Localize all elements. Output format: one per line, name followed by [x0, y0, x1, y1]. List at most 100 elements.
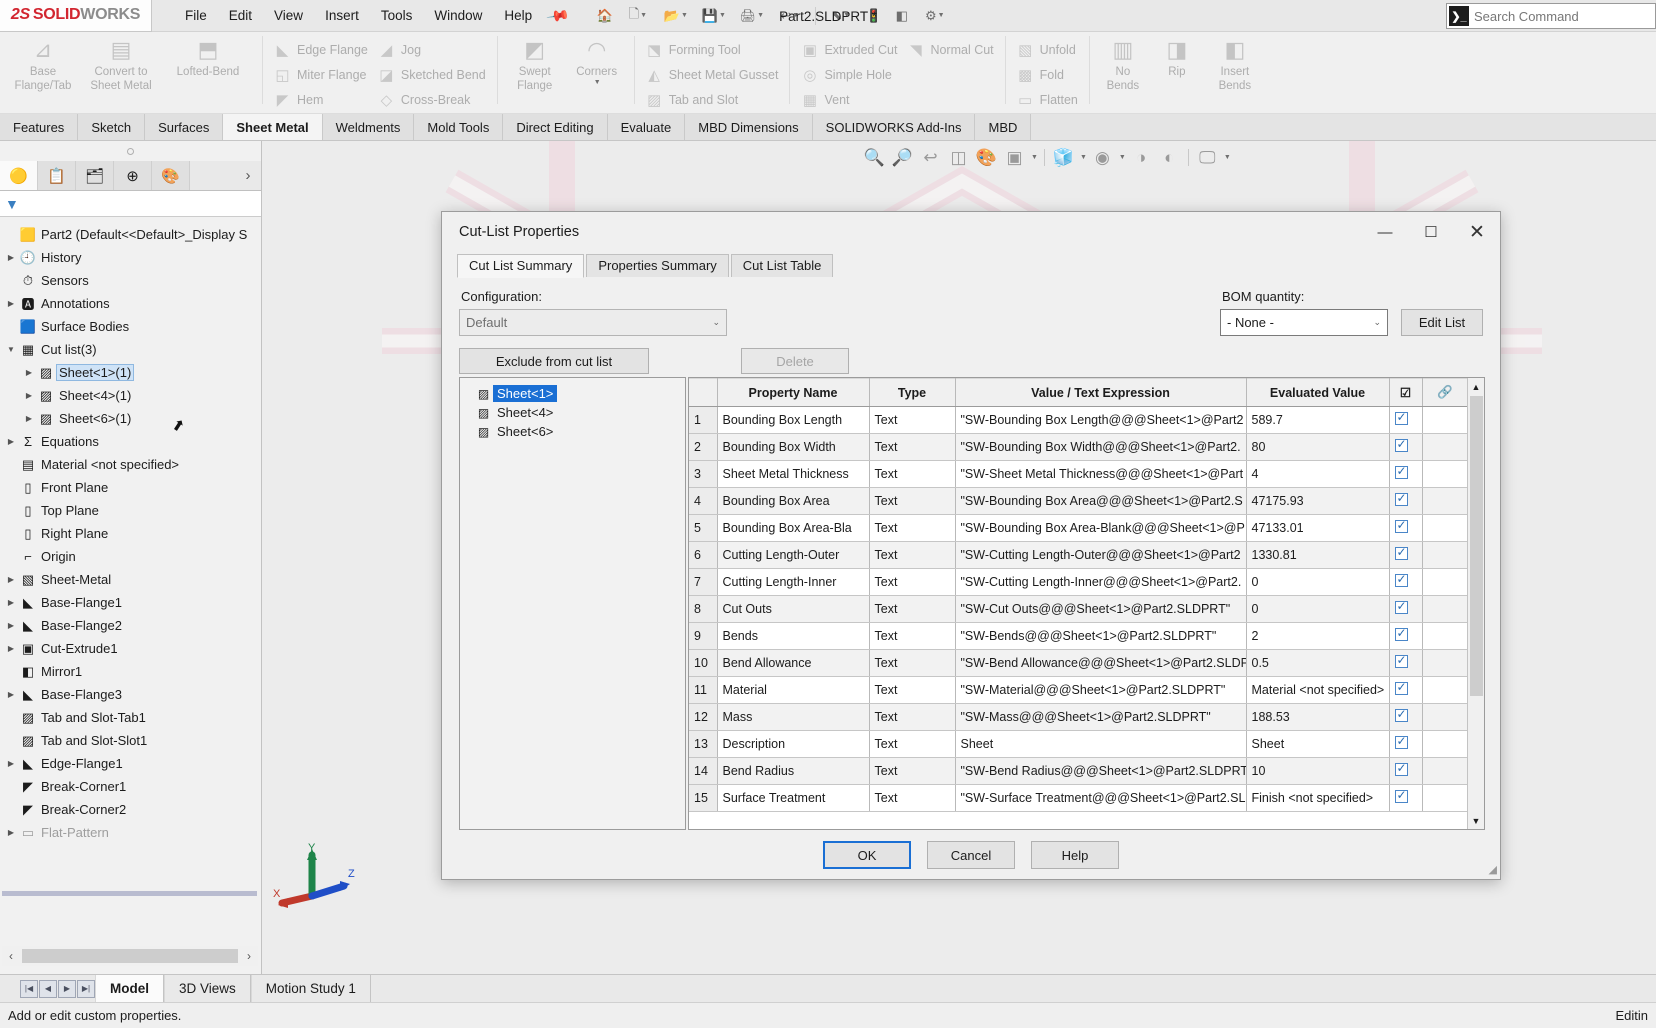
flatten-button[interactable]: ▭ Flatten	[1012, 87, 1083, 112]
row-number-cell[interactable]: 4	[689, 487, 718, 515]
corners-button[interactable]: ◠ Corners ▼	[566, 34, 628, 88]
row-link-cell[interactable]	[1422, 487, 1469, 515]
tree-item[interactable]: ▶ ◣ Base-Flange2	[4, 614, 261, 637]
tab-mbd-dimensions[interactable]: MBD Dimensions	[685, 114, 813, 140]
row-link-cell[interactable]	[1422, 730, 1469, 758]
table-row[interactable]: 4 Bounding Box Area Text "SW-Bounding Box A…	[689, 487, 1469, 515]
row-link-cell[interactable]	[1422, 514, 1469, 542]
value-expression-cell[interactable]: "SW-Surface Treatment@@@Sheet<1>@Part2.S…	[955, 784, 1247, 812]
jog-button[interactable]: ◢ Jog	[373, 37, 491, 62]
tab-model[interactable]: Model	[95, 975, 164, 1002]
cut-list-properties-dialog[interactable]: Cut-List Properties — ☐ ✕ Cut List Summa…	[441, 211, 1501, 880]
chevron-right-icon[interactable]: ▶	[22, 368, 36, 377]
table-row[interactable]: 1 Bounding Box Length Text "SW-Bounding Box…	[689, 406, 1469, 434]
tab-surfaces[interactable]: Surfaces	[145, 114, 224, 140]
row-checkbox-cell[interactable]	[1389, 487, 1423, 515]
tab-mbd[interactable]: MBD	[975, 114, 1032, 140]
tree-horizontal-scrollbar[interactable]: ‹ ›	[2, 946, 258, 966]
checkbox-checked-icon[interactable]	[1394, 437, 1408, 452]
vent-button[interactable]: ▦ Vent	[796, 87, 902, 112]
edge-flange-button[interactable]: ◣ Edge Flange	[269, 37, 373, 62]
row-checkbox-cell[interactable]	[1389, 406, 1423, 434]
tab-motion-study-1[interactable]: Motion Study 1	[250, 975, 371, 1002]
select-icon[interactable]: ⬉ ▼	[823, 4, 859, 28]
corners-dropdown-icon[interactable]: ▼	[594, 79, 601, 88]
tree-item[interactable]: ▶ ▨ Sheet<6>(1)	[4, 407, 261, 430]
first-tab-button[interactable]: |◀	[20, 979, 38, 998]
miter-flange-button[interactable]: ◱ Miter Flange	[269, 62, 373, 87]
value-expression-cell[interactable]: "SW-Mass@@@Sheet<1>@Part2.SLDPRT"	[955, 703, 1247, 731]
tree-item[interactable]: ▶ 🕘 History	[4, 246, 261, 269]
tree-item[interactable]: ▶ Σ Equations	[4, 430, 261, 453]
value-expression-cell[interactable]: "SW-Cutting Length-Inner@@@Sheet<1>@Part…	[955, 568, 1247, 596]
table-row[interactable]: 8 Cut Outs Text "SW-Cut Outs@@@Sheet<1>@Par…	[689, 595, 1469, 623]
open-icon[interactable]: 📂 ▼	[658, 4, 694, 28]
chevron-right-icon[interactable]: ▶	[4, 575, 18, 584]
scroll-track[interactable]	[22, 949, 238, 963]
sheet-body-list[interactable]: ▨ Sheet<1> ▨ Sheet<4> ▨ Sheet<6>	[459, 377, 686, 830]
unfold-button[interactable]: ▧ Unfold	[1012, 37, 1083, 62]
checkbox-checked-icon[interactable]	[1394, 626, 1408, 641]
dimxpert-manager-tab[interactable]: ⊕	[114, 161, 152, 190]
base-flange-tab-button[interactable]: ⊿ Base Flange/Tab	[4, 34, 82, 94]
row-number-cell[interactable]: 8	[689, 595, 718, 623]
table-vertical-scrollbar[interactable]: ▲ ▼	[1467, 378, 1484, 829]
property-name-cell[interactable]: Bend Radius	[717, 757, 870, 785]
value-expression-cell[interactable]: "SW-Sheet Metal Thickness@@@Sheet<1>@Par…	[955, 460, 1247, 488]
value-expression-cell[interactable]: "SW-Bounding Box Area@@@Sheet<1>@Part2.S	[955, 487, 1247, 515]
value-expression-cell[interactable]: "SW-Bounding Box Width@@@Sheet<1>@Part2.	[955, 433, 1247, 461]
tree-item[interactable]: ⌐ Origin	[4, 545, 261, 568]
hide-show-items-icon[interactable]: 🧊	[1051, 145, 1076, 170]
property-name-cell[interactable]: Bends	[717, 622, 870, 650]
table-row[interactable]: 13 Description Text Sheet Sheet	[689, 730, 1469, 758]
cancel-button[interactable]: Cancel	[927, 841, 1015, 869]
properties-table-container[interactable]: Property Name Type Value / Text Expressi…	[688, 377, 1485, 830]
simple-hole-button[interactable]: ◎ Simple Hole	[796, 62, 902, 87]
row-number-cell[interactable]: 9	[689, 622, 718, 650]
row-checkbox-cell[interactable]	[1389, 784, 1423, 812]
value-expression-cell[interactable]: "SW-Cut Outs@@@Sheet<1>@Part2.SLDPRT"	[955, 595, 1247, 623]
tree-item[interactable]: ▶ ▣ Cut-Extrude1	[4, 637, 261, 660]
value-expression-cell[interactable]: "SW-Bounding Box Area-Blank@@@Sheet<1>@P	[955, 514, 1247, 542]
table-row[interactable]: 2 Bounding Box Width Text "SW-Bounding Box …	[689, 433, 1469, 461]
checkbox-checked-icon[interactable]	[1394, 491, 1408, 506]
zoom-to-area-icon[interactable]: 🔎	[890, 145, 915, 170]
row-checkbox-cell[interactable]	[1389, 514, 1423, 542]
type-cell[interactable]: Text	[869, 622, 956, 650]
apply-scene-icon[interactable]: ◑	[1129, 145, 1154, 170]
type-cell[interactable]: Text	[869, 676, 956, 704]
row-link-cell[interactable]	[1422, 460, 1469, 488]
tree-item[interactable]: ▤ Material <not specified>	[4, 453, 261, 476]
tree-item[interactable]: ▶ ▧ Sheet-Metal	[4, 568, 261, 591]
sketched-bend-button[interactable]: ◪ Sketched Bend	[373, 62, 491, 87]
property-name-cell[interactable]: Surface Treatment	[717, 784, 870, 812]
viewport-icon[interactable]: 🖵	[1195, 145, 1220, 170]
type-cell[interactable]: Text	[869, 703, 956, 731]
type-cell[interactable]: Text	[869, 541, 956, 569]
row-number-cell[interactable]: 11	[689, 676, 718, 704]
type-cell[interactable]: Text	[869, 433, 956, 461]
property-name-cell[interactable]: Sheet Metal Thickness	[717, 460, 870, 488]
tree-item[interactable]: ◤ Break-Corner1	[4, 775, 261, 798]
value-expression-cell[interactable]: "SW-Bends@@@Sheet<1>@Part2.SLDPRT"	[955, 622, 1247, 650]
exclude-from-cut-list-button[interactable]: Exclude from cut list	[459, 348, 649, 374]
tab-and-slot-button[interactable]: ▨ Tab and Slot	[641, 87, 784, 112]
cross-break-button[interactable]: ◇ Cross-Break	[373, 87, 491, 112]
row-link-cell[interactable]	[1422, 676, 1469, 704]
view-orientation-icon[interactable]: 🎨	[974, 145, 999, 170]
tree-item[interactable]: ▶ ▭ Flat-Pattern	[4, 821, 261, 844]
tree-item[interactable]: ⏱ Sensors	[4, 269, 261, 292]
column-header-type[interactable]: Type	[869, 378, 956, 407]
menu-item-window[interactable]: Window	[423, 4, 493, 27]
scroll-left-icon[interactable]: ‹	[2, 949, 20, 963]
row-link-cell[interactable]	[1422, 406, 1469, 434]
row-checkbox-cell[interactable]	[1389, 730, 1423, 758]
value-expression-cell[interactable]: "SW-Cutting Length-Outer@@@Sheet<1>@Part…	[955, 541, 1247, 569]
row-checkbox-cell[interactable]	[1389, 757, 1423, 785]
tree-item[interactable]: ▶ 🅰 Annotations	[4, 292, 261, 315]
tab-sketch[interactable]: Sketch	[78, 114, 146, 140]
row-checkbox-cell[interactable]	[1389, 433, 1423, 461]
tree-item[interactable]: 🟨 Part2 (Default<<Default>_Display S	[4, 223, 261, 246]
tab-evaluate[interactable]: Evaluate	[607, 114, 686, 140]
new-document-icon[interactable]: 🗋 ▼	[620, 4, 656, 28]
